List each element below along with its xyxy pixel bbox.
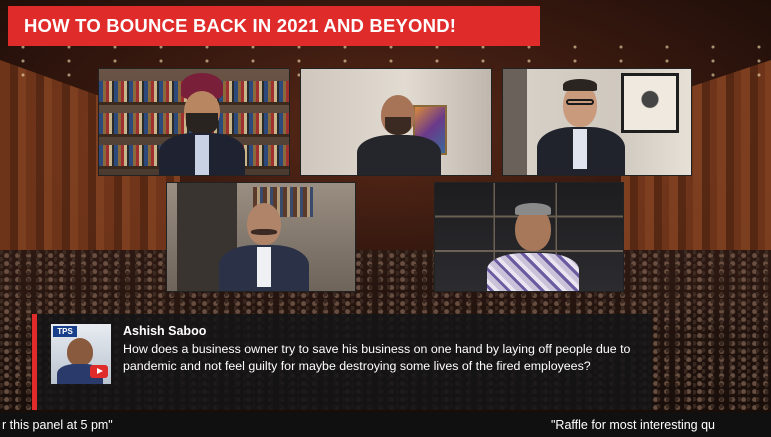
hair — [515, 203, 551, 215]
hair — [563, 79, 597, 91]
sweater — [357, 135, 441, 175]
participant-turban-icon — [151, 69, 251, 175]
moustache — [251, 229, 277, 235]
ticker-item: r this panel at 5 pm" — [2, 418, 113, 432]
broadcast-title: HOW TO BOUNCE BACK IN 2021 AND BEYOND! — [24, 15, 457, 36]
youtube-icon — [90, 365, 108, 378]
artwork-figure — [635, 85, 665, 121]
avatar-face — [67, 338, 93, 366]
avatar: TPS — [51, 324, 111, 384]
participant-glasses-icon — [533, 69, 629, 175]
beard — [186, 113, 218, 135]
avatar-tag: TPS — [53, 326, 77, 337]
featured-comment-card: TPS Ashish Saboo How does a business own… — [32, 314, 652, 410]
video-tile-1[interactable] — [98, 68, 290, 176]
news-ticker: r this panel at 5 pm" "Raffle for most i… — [0, 412, 771, 437]
video-tile-4[interactable] — [166, 182, 356, 292]
title-banner: HOW TO BOUNCE BACK IN 2021 AND BEYOND! — [8, 6, 540, 46]
participant-bald-beard-icon — [353, 69, 445, 175]
video-tile-3[interactable] — [502, 68, 692, 176]
face — [247, 203, 281, 245]
shirt — [195, 135, 209, 175]
commenter-name: Ashish Saboo — [123, 324, 207, 338]
stream-stage: HOW TO BOUNCE BACK IN 2021 AND BEYOND! T… — [0, 0, 771, 437]
participant-checked-shirt-icon — [483, 183, 583, 291]
video-tile-2[interactable] — [300, 68, 492, 176]
participant-suit-icon — [213, 183, 313, 291]
checked-shirt — [487, 253, 579, 291]
door-frame — [503, 69, 527, 175]
ticker-item: "Raffle for most interesting qu — [551, 418, 716, 432]
beard — [385, 117, 411, 135]
glasses — [566, 99, 594, 105]
shirt — [573, 129, 587, 169]
comment-text: How does a business owner try to save hi… — [123, 342, 631, 373]
video-tile-5[interactable] — [434, 182, 624, 292]
shirt — [257, 247, 271, 287]
